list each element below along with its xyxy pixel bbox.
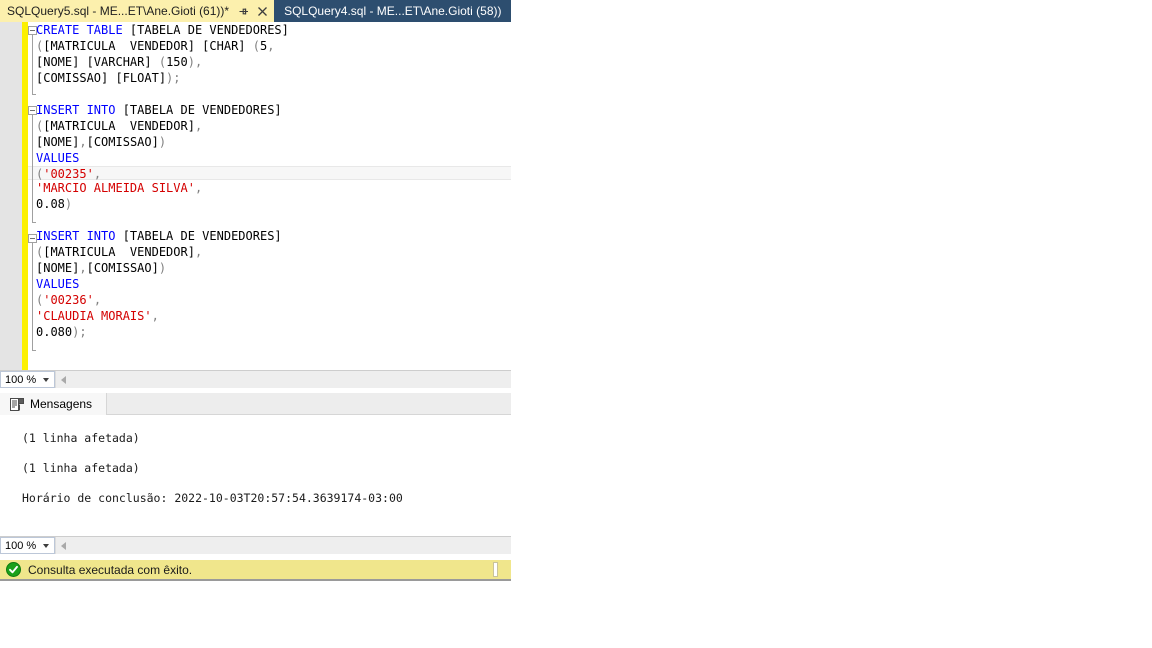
code-line[interactable]: ([MATRICULA VENDEDOR],	[28, 118, 511, 134]
code-token: [TABELA DE VENDEDORES]	[129, 23, 289, 37]
code-token: 150	[166, 55, 188, 69]
code-area[interactable]: CREATE TABLE [TABELA DE VENDEDORES] ([MAT…	[28, 22, 511, 370]
tab-actions	[238, 6, 268, 17]
results-tab-strip: Mensagens	[0, 393, 511, 415]
code-line[interactable]: ('00235',	[28, 166, 511, 181]
code-line[interactable]: [NOME],[COMISSAO])	[28, 260, 511, 276]
code-token: INSERT INTO	[36, 103, 123, 117]
code-token: ,	[194, 181, 203, 195]
code-token: [MATRICULA VENDEDOR]	[43, 245, 195, 259]
sql-editor[interactable]: CREATE TABLE [TABELA DE VENDEDORES] ([MAT…	[0, 22, 511, 370]
code-token: [COMISSAO]	[86, 135, 159, 149]
tab-mensagens[interactable]: Mensagens	[0, 393, 108, 415]
editor-zoom-value: 100 %	[5, 373, 37, 386]
code-line[interactable]: ([MATRICULA VENDEDOR],	[28, 244, 511, 260]
code-token: [NOME]	[36, 135, 80, 149]
message-line: (1 linha afetada)	[22, 431, 140, 445]
code-token: );	[72, 325, 87, 339]
indicator-margin	[0, 22, 22, 370]
code-line[interactable]: 'MARCIO ALMEIDA SILVA',	[28, 180, 511, 196]
code-token: ,	[151, 309, 159, 323]
code-token: ,	[79, 261, 87, 275]
resize-grip[interactable]	[493, 562, 498, 577]
code-token: VALUES	[36, 277, 80, 291]
code-token: )	[64, 197, 73, 211]
status-bar: Consulta executada com êxito.	[0, 559, 511, 581]
code-line[interactable]: [NOME],[COMISSAO])	[28, 134, 511, 150]
code-line[interactable]: [COMISSAO] [FLOAT]);	[28, 70, 511, 86]
code-line[interactable]: CREATE TABLE [TABELA DE VENDEDORES]	[28, 22, 511, 38]
editor-zoom-combo[interactable]: 100 %	[0, 371, 55, 388]
code-token: [MATRICULA VENDEDOR] [CHAR]	[43, 39, 253, 53]
ssms-window: SQLQuery5.sql - ME...ET\Ane.Gioti (61))*…	[0, 0, 511, 584]
code-token: [NOME]	[36, 261, 80, 275]
code-line[interactable]: VALUES	[28, 276, 511, 292]
code-token: [COMISSAO] [FLOAT]	[36, 71, 167, 85]
message-line: Horário de conclusão: 2022-10-03T20:57:5…	[22, 491, 403, 505]
results-zoom-value: 100 %	[5, 539, 37, 552]
code-line[interactable]	[28, 86, 511, 102]
code-token: '00236'	[43, 293, 94, 307]
code-token: [MATRICULA VENDEDOR]	[43, 119, 195, 133]
arrow-left-icon[interactable]	[61, 541, 66, 550]
tab-sqlquery5-label: SQLQuery5.sql - ME...ET\Ane.Gioti (61))*	[7, 4, 230, 18]
editor-zoom-bar: 100 %	[0, 370, 511, 388]
code-token: INSERT INTO	[36, 229, 123, 243]
code-token: )	[158, 135, 167, 149]
tab-sqlquery4-label: SQLQuery4.sql - ME...ET\Ane.Gioti (58))	[284, 4, 502, 18]
code-token: 0.08	[36, 197, 65, 211]
editor-horizontal-scrollbar[interactable]	[55, 371, 511, 388]
code-token: 'MARCIO ALMEIDA SILVA'	[36, 181, 195, 195]
code-token: ,	[194, 245, 203, 259]
messages-output[interactable]: (1 linha afetada) (1 linha afetada) Horá…	[0, 416, 511, 551]
pin-icon[interactable]	[238, 6, 249, 17]
results-zoom-bar: 100 %	[0, 536, 511, 554]
success-check-icon	[6, 562, 21, 577]
code-line[interactable]: INSERT INTO [TABELA DE VENDEDORES]	[28, 228, 511, 244]
message-line: (1 linha afetada)	[22, 461, 140, 475]
results-horizontal-scrollbar[interactable]	[55, 537, 511, 554]
code-line[interactable]: ([MATRICULA VENDEDOR] [CHAR] (5,	[28, 38, 511, 54]
code-token: (	[158, 55, 167, 69]
code-token: (	[252, 39, 260, 53]
tab-sqlquery5[interactable]: SQLQuery5.sql - ME...ET\Ane.Gioti (61))*	[0, 0, 275, 22]
code-token: ,	[79, 135, 87, 149]
code-line[interactable]: VALUES	[28, 150, 511, 166]
arrow-left-icon[interactable]	[61, 375, 66, 384]
code-token: ),	[187, 55, 203, 69]
code-token: 0.080	[36, 325, 73, 339]
code-token: 'CLAUDIA MORAIS'	[36, 309, 152, 323]
results-zoom-combo[interactable]: 100 %	[0, 537, 55, 554]
code-token: [COMISSAO]	[86, 261, 159, 275]
tab-mensagens-label: Mensagens	[30, 397, 93, 411]
code-line[interactable]: INSERT INTO [TABELA DE VENDEDORES]	[28, 102, 511, 118]
code-line[interactable]: 0.080);	[28, 324, 511, 340]
code-token: ,	[93, 293, 102, 307]
code-token: [TABELA DE VENDEDORES]	[122, 103, 282, 117]
code-token: )	[158, 261, 167, 275]
code-token: '00235'	[43, 167, 94, 181]
tab-sqlquery4[interactable]: SQLQuery4.sql - ME...ET\Ane.Gioti (58))	[274, 0, 511, 22]
close-icon[interactable]	[257, 6, 268, 17]
code-line[interactable]: 'CLAUDIA MORAIS',	[28, 308, 511, 324]
code-token: [NOME] [VARCHAR]	[36, 55, 159, 69]
status-bar-text: Consulta executada com êxito.	[28, 562, 193, 577]
code-token: ,	[194, 119, 203, 133]
code-line[interactable]: [NOME] [VARCHAR] (150),	[28, 54, 511, 70]
code-line[interactable]: 0.08)	[28, 196, 511, 212]
chevron-down-icon[interactable]	[43, 543, 49, 548]
code-token: ,	[93, 167, 102, 181]
messages-icon	[10, 397, 24, 411]
code-line[interactable]: ('00236',	[28, 292, 511, 308]
code-token: ,	[267, 39, 275, 53]
code-token: CREATE TABLE	[36, 23, 130, 37]
code-token: [TABELA DE VENDEDORES]	[122, 229, 282, 243]
code-line[interactable]	[28, 212, 511, 228]
code-token: VALUES	[36, 151, 80, 165]
code-token: );	[166, 71, 181, 85]
editor-tab-strip: SQLQuery5.sql - ME...ET\Ane.Gioti (61))*…	[0, 0, 511, 22]
chevron-down-icon[interactable]	[43, 377, 49, 382]
